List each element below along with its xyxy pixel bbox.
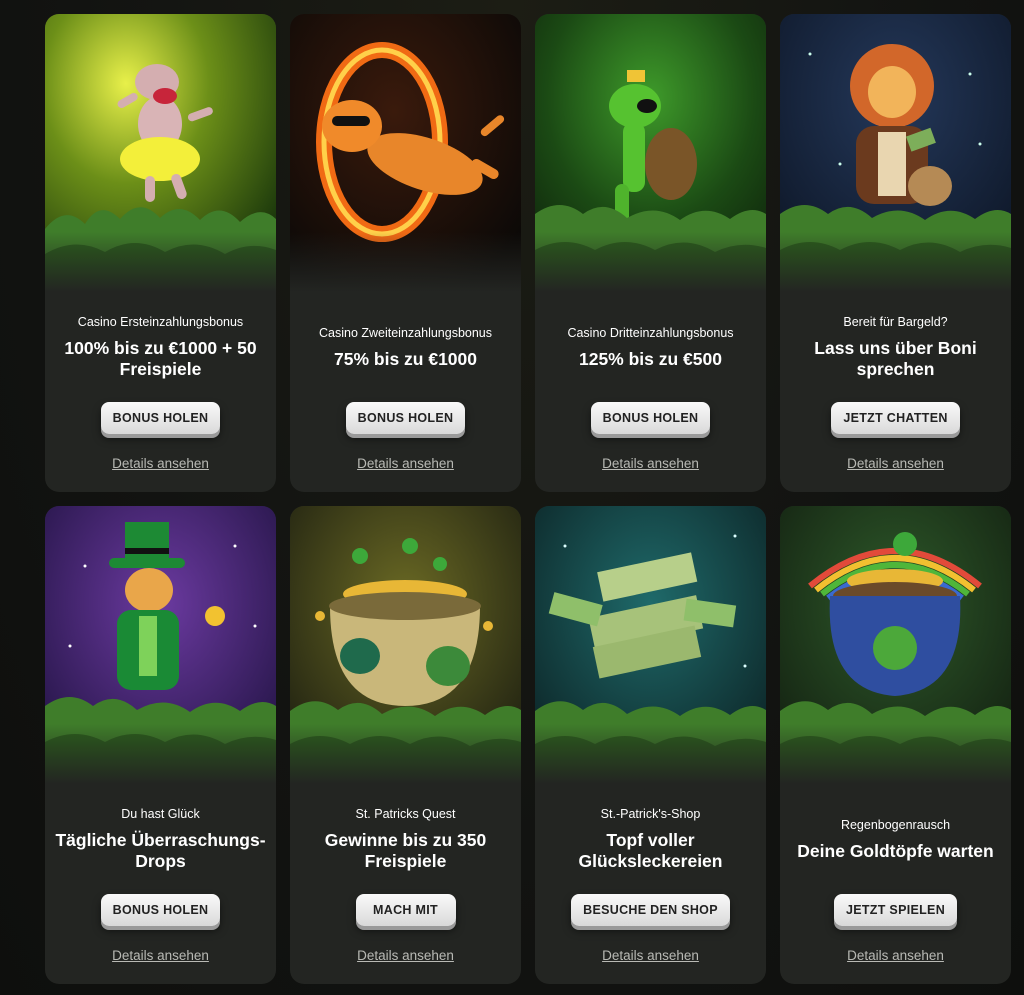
cash-stacks-illustration [535, 506, 766, 784]
card-subtitle: Casino Zweiteinzahlungsbonus [318, 325, 493, 340]
card-subtitle: Bereit für Bargeld? [843, 315, 948, 329]
details-link[interactable]: Details ansehen [847, 948, 944, 963]
mach-mit-button[interactable]: MACH MIT [355, 894, 456, 926]
leprechaun-leopard-illustration [45, 506, 276, 784]
details-link[interactable]: Details ansehen [602, 948, 699, 963]
promo-grid: Casino Ersteinzahlungsbonus 100% bis zu … [45, 14, 1011, 984]
promo-card: Du hast Glück Tägliche Überraschungs-Dro… [45, 506, 276, 984]
card-subtitle: St.-Patrick's-Shop [600, 807, 701, 821]
details-link[interactable]: Details ansehen [112, 456, 209, 471]
promo-card: Bereit für Bargeld? Lass uns über Boni s… [780, 14, 1011, 492]
promo-card: Regenbogenrausch Deine Goldtöpfe warten … [780, 506, 1011, 984]
tiger-illustration [290, 14, 521, 292]
card-subtitle: St. Patricks Quest [355, 807, 456, 821]
hippo-illustration [45, 14, 276, 292]
card-title: Gewinne bis zu 350 Freispiele [324, 830, 487, 871]
card-title: Lass uns über Boni sprechen [814, 338, 977, 379]
details-link[interactable]: Details ansehen [357, 456, 454, 471]
card-subtitle: Du hast Glück [121, 807, 200, 821]
card-subtitle: Casino Dritteinzahlungsbonus [567, 325, 734, 340]
card-title: 100% bis zu €1000 + 50 Freispiele [64, 338, 257, 379]
bonus-holen-button[interactable]: BONUS HOLEN [100, 402, 221, 434]
card-subtitle: Casino Ersteinzahlungsbonus [77, 315, 244, 329]
promo-card: Casino Ersteinzahlungsbonus 100% bis zu … [45, 14, 276, 492]
bonus-holen-button[interactable]: BONUS HOLEN [590, 402, 711, 434]
bonus-holen-button[interactable]: BONUS HOLEN [100, 894, 221, 926]
promo-card: St. Patricks Quest Gewinne bis zu 350 Fr… [290, 506, 521, 984]
promo-card: St.-Patrick's-Shop Topf voller Glückslec… [535, 506, 766, 984]
details-link[interactable]: Details ansehen [357, 948, 454, 963]
card-title: Tägliche Überraschungs-Drops [55, 830, 266, 871]
bonus-holen-button[interactable]: BONUS HOLEN [345, 402, 466, 434]
lion-illustration [780, 14, 1011, 292]
jetzt-spielen-button[interactable]: JETZT SPIELEN [833, 894, 958, 926]
jetzt-chatten-button[interactable]: JETZT CHATTEN [831, 402, 960, 434]
promo-card: Casino Dritteinzahlungsbonus 125% bis zu… [535, 14, 766, 492]
promo-card: Casino Zweiteinzahlungsbonus 75% bis zu … [290, 14, 521, 492]
card-title: 125% bis zu €500 [578, 348, 722, 369]
besuche-den-shop-button[interactable]: BESUCHE DEN SHOP [571, 894, 730, 926]
card-title: Deine Goldtöpfe warten [797, 840, 994, 861]
card-title: Topf voller Glücksleckereien [578, 830, 723, 871]
details-link[interactable]: Details ansehen [602, 456, 699, 471]
pot-of-gold-illustration [290, 506, 521, 784]
rainbow-pot-illustration [780, 506, 1011, 784]
card-title: 75% bis zu €1000 [334, 348, 477, 369]
details-link[interactable]: Details ansehen [847, 456, 944, 471]
turtle-illustration [535, 14, 766, 292]
details-link[interactable]: Details ansehen [112, 948, 209, 963]
card-subtitle: Regenbogenrausch [840, 817, 951, 832]
